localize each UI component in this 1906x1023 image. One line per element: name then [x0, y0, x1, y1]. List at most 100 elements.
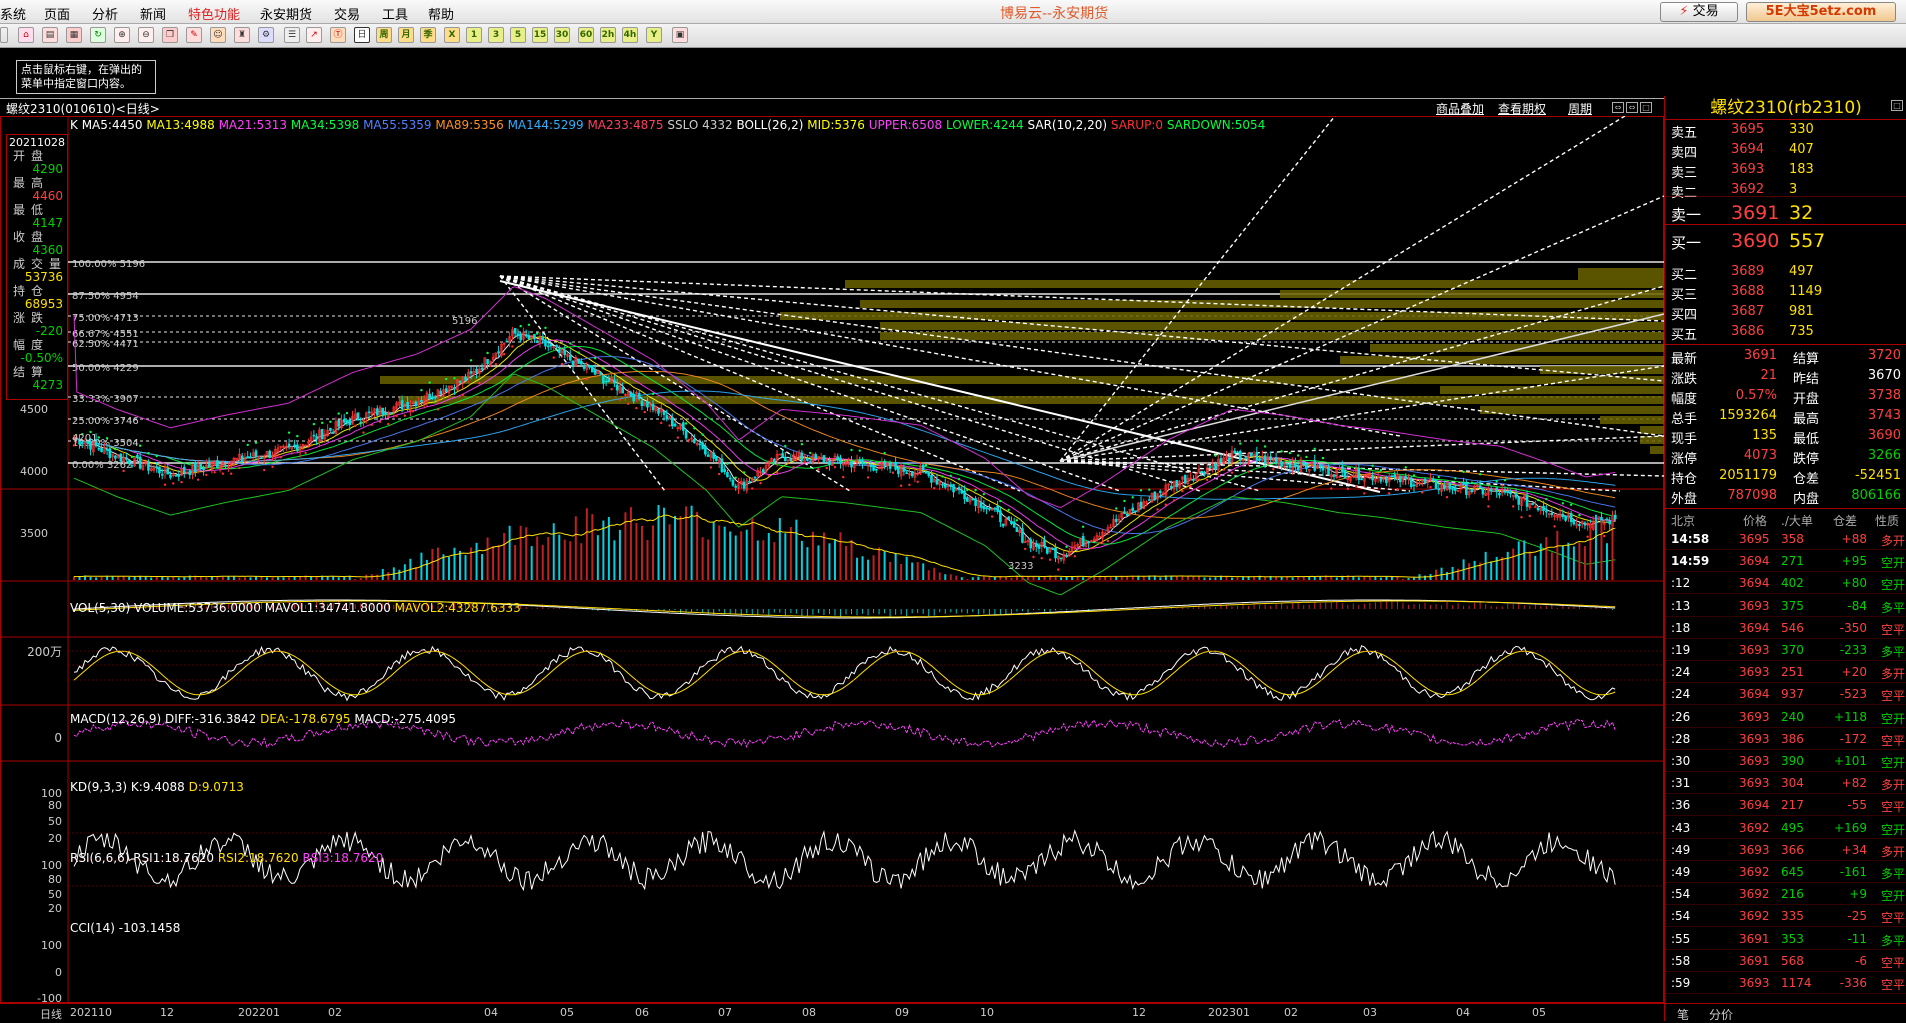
menu-news[interactable]: 新闻	[140, 4, 166, 23]
sar-dot	[949, 474, 952, 478]
candle-body	[1465, 483, 1468, 495]
tab-ticks[interactable]: 笔	[1677, 1006, 1689, 1023]
period-y-button[interactable]: Y	[646, 27, 662, 43]
volume-bar	[343, 576, 346, 580]
sar-dot	[717, 472, 721, 476]
menu-tools[interactable]: 工具	[382, 4, 408, 23]
tick-vol: 366	[1781, 842, 1804, 857]
period-link[interactable]: 周期	[1568, 100, 1592, 117]
candle-body	[726, 472, 729, 478]
chart-tool-icon[interactable]: ⚙	[258, 27, 274, 43]
period-5-button[interactable]: 5	[510, 27, 526, 43]
window-icon[interactable]: ❐	[162, 27, 178, 43]
volume-bar	[552, 523, 555, 580]
sar-dot	[1495, 480, 1498, 483]
layout-icon-3[interactable]: □	[1640, 102, 1652, 113]
tick-nature: 多平	[1880, 933, 1905, 948]
kd-axis-50: 50	[48, 815, 62, 828]
stat-row: 持仓 2051179 仓差 -52451	[1665, 466, 1906, 487]
candle-body	[1081, 536, 1085, 547]
menu-help[interactable]: 帮助	[428, 4, 454, 23]
sar-dot	[354, 424, 357, 428]
period-60-button[interactable]: 60	[578, 27, 594, 43]
menu-trade[interactable]: 交易	[334, 4, 360, 23]
order-book-row[interactable]: 卖五 3695 330	[1665, 120, 1906, 141]
sar-dot	[1354, 485, 1358, 488]
sar-dot	[1148, 488, 1151, 491]
period-1-button[interactable]: 1	[466, 27, 482, 43]
order-book-row[interactable]: 买五 3686 735	[1665, 322, 1906, 343]
tick-chart-icon[interactable]: Ⓣ	[330, 27, 346, 43]
sar-dot	[494, 362, 498, 366]
candle-body	[966, 497, 969, 502]
candle-body	[125, 457, 128, 460]
candle-body	[169, 474, 172, 478]
menu-analysis[interactable]: 分析	[92, 4, 118, 23]
order-book-row[interactable]: 买四 3687 981	[1665, 302, 1906, 323]
period-month-button[interactable]: 月	[398, 27, 414, 43]
tick-row: :24 3693 251 +20 多开	[1665, 661, 1906, 684]
sar-dot	[1387, 492, 1391, 495]
quote-panel: 螺纹2310(rb2310) □ 卖五 3695 330 卖四 3694 407 卖三 369…	[1664, 96, 1906, 1023]
order-book-row[interactable]: 卖一 3691 32	[1665, 202, 1906, 224]
zoom-out-icon[interactable]: ⊖	[138, 27, 154, 43]
period-30-button[interactable]: 30	[554, 27, 570, 43]
sar-dot	[1478, 472, 1482, 476]
menu-system[interactable]: 系统	[0, 4, 26, 23]
table-icon[interactable]: ☰	[284, 27, 300, 43]
overlay-link[interactable]: 商品叠加	[1436, 100, 1484, 117]
order-book-row[interactable]: 买二 3689 497	[1665, 262, 1906, 283]
chart-area[interactable]: 100.00% 519687.50% 495475.00% 471366.67%…	[0, 116, 1664, 1004]
trade-button[interactable]: ⚡ 交易	[1660, 2, 1738, 22]
tick-vol: 358	[1781, 532, 1804, 546]
menu-yongan[interactable]: 永安期货	[260, 4, 312, 23]
period-2h-button[interactable]: 2h	[600, 27, 616, 43]
volume-bar	[243, 577, 246, 580]
volume-bar	[1038, 577, 1040, 580]
menu-special[interactable]: 特色功能	[188, 4, 240, 23]
calc-icon[interactable]: ▣	[672, 27, 688, 43]
period-x-button[interactable]: X	[444, 27, 460, 43]
options-link[interactable]: 查看期权	[1498, 100, 1546, 117]
layout-icon-1[interactable]: ⇔	[1612, 102, 1624, 113]
list-icon[interactable]: ▦	[66, 27, 82, 43]
menu-page[interactable]: 页面	[44, 4, 70, 23]
order-book-row[interactable]: 卖三 3693 183	[1665, 160, 1906, 181]
sar-dot	[1528, 514, 1531, 518]
sar-dot	[759, 481, 762, 485]
cup-icon[interactable]: ♜	[234, 27, 250, 43]
candle-body	[1608, 520, 1612, 525]
volume-bar	[878, 547, 881, 580]
layout-icon-2[interactable]: ⇔	[1626, 102, 1638, 113]
period-week-button[interactable]: 周	[376, 27, 392, 43]
tick-header-col: ./大单	[1781, 514, 1813, 528]
quote-icon[interactable]: ▤	[42, 27, 58, 43]
sar-dot	[1503, 479, 1507, 482]
stat-l1: 总手	[1671, 412, 1698, 427]
period-15-button[interactable]: 15	[532, 27, 548, 43]
panel-toggle-icon[interactable]: □	[1891, 100, 1903, 111]
refresh-icon[interactable]: ↻	[90, 27, 106, 43]
order-book-row[interactable]: 卖二 3692 3	[1665, 180, 1906, 201]
period-quarter-button[interactable]: 季	[420, 27, 436, 43]
candle-body	[1274, 457, 1278, 464]
period-3-button[interactable]: 3	[488, 27, 504, 43]
order-book-row[interactable]: 买一 3690 557	[1665, 230, 1906, 252]
period-4h-button[interactable]: 4h	[622, 27, 638, 43]
volume-bar	[740, 531, 743, 580]
sar-dot	[246, 443, 249, 447]
stat-v2: 3738	[1867, 388, 1901, 403]
pen-icon[interactable]: ✎	[186, 27, 202, 43]
tab-price-dist[interactable]: 分价	[1709, 1006, 1733, 1023]
order-book-row[interactable]: 买三 3688 1149	[1665, 282, 1906, 303]
order-book-row[interactable]: 卖四 3694 407	[1665, 140, 1906, 161]
info-value: 4290	[32, 162, 63, 176]
zoom-in-icon[interactable]: ⊕	[114, 27, 130, 43]
home-icon[interactable]: ⌂	[18, 27, 34, 43]
fib-label: 87.50% 4954	[72, 291, 139, 302]
candle-body	[1305, 463, 1308, 470]
period-day-button[interactable]: 日	[354, 27, 370, 43]
stat-row: 涨跌 21 昨结 3670	[1665, 366, 1906, 387]
line-chart-icon[interactable]: ↗	[306, 27, 322, 43]
person-icon[interactable]: ☺	[210, 27, 226, 43]
